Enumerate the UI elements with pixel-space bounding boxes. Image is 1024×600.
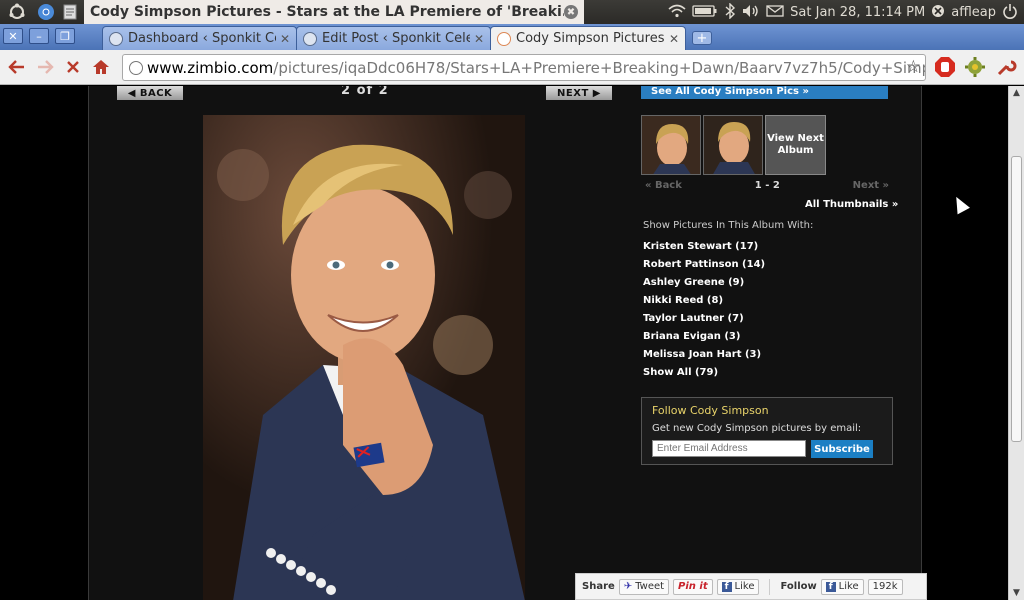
mail-icon[interactable] <box>766 4 784 20</box>
thumbnail-1[interactable] <box>641 115 701 175</box>
email-field[interactable] <box>652 440 806 457</box>
ubuntu-logo-icon[interactable] <box>0 0 34 24</box>
thumb-prev-link[interactable]: « Back <box>645 180 682 191</box>
tab-cody-simpson[interactable]: Cody Simpson Pictures ✕ <box>490 26 686 50</box>
like-label: Like <box>838 581 859 592</box>
filter-item[interactable]: Show All (79) <box>643 367 765 385</box>
back-button[interactable]: ◀ BACK <box>117 86 183 100</box>
volume-icon[interactable] <box>742 4 760 21</box>
wrench-icon[interactable] <box>995 56 1017 82</box>
filter-item[interactable]: Briana Evigan (3) <box>643 331 765 349</box>
scroll-down-arrow-icon[interactable]: ▼ <box>1009 586 1024 600</box>
see-all-link[interactable]: See All Cody Simpson Pics » <box>641 86 888 99</box>
follow-title: Follow Cody Simpson <box>652 404 769 417</box>
facebook-follow-button[interactable]: f Like <box>820 578 864 595</box>
system-panel: Cody Simpson Pictures - Stars at the LA … <box>0 0 1024 24</box>
bookmark-star-icon[interactable]: ☆ <box>906 57 921 77</box>
twitter-bird-icon: ✈ <box>623 581 633 592</box>
tab-close-icon[interactable]: ✕ <box>669 32 679 46</box>
user-status-icon[interactable] <box>931 4 945 21</box>
follow-email-box: Follow Cody Simpson Get new Cody Simpson… <box>641 397 893 465</box>
power-icon[interactable] <box>1002 3 1018 22</box>
scroll-up-arrow-icon[interactable]: ▲ <box>1009 86 1024 100</box>
next-button[interactable]: NEXT ▶ <box>546 86 612 100</box>
address-bar[interactable]: www.zimbio.com/pictures/iqaDdc06H78/Star… <box>122 54 926 81</box>
window-title[interactable]: Cody Simpson Pictures - Stars at the LA … <box>84 0 584 24</box>
facebook-like-button[interactable]: f Like <box>716 578 760 595</box>
tab-close-icon[interactable]: ✕ <box>474 32 484 46</box>
clock[interactable]: Sat Jan 28, 11:14 PM <box>790 5 925 20</box>
panel-indicators: Sat Jan 28, 11:14 PM affleap <box>668 1 1024 22</box>
bluetooth-icon[interactable] <box>724 1 736 22</box>
filter-item[interactable]: Ashley Greene (9) <box>643 277 765 295</box>
window-title-text: Cody Simpson Pictures - Stars at the LA … <box>90 4 564 20</box>
text-editor-icon[interactable] <box>58 0 82 24</box>
thumbnail-pager: « Back 1 - 2 Next » <box>645 180 889 191</box>
main-photo[interactable] <box>203 115 525 600</box>
gallery-content: ◀ BACK 2 of 2 NEXT ▶ See All Cody Simpso… <box>88 86 922 600</box>
extension-gear-icon[interactable] <box>964 56 986 82</box>
stop-loading-icon[interactable] <box>59 53 87 81</box>
share-bar: Share ✈ Tweet Pin it f Like Follow f Like 1… <box>575 573 927 600</box>
tab-close-icon[interactable]: ✕ <box>280 32 290 46</box>
like-label: Like <box>734 581 755 592</box>
wifi-icon[interactable] <box>668 4 686 21</box>
loading-spinner-icon <box>497 31 511 46</box>
minimize-window-button[interactable]: – <box>29 28 49 44</box>
home-icon[interactable] <box>87 53 115 81</box>
filter-item[interactable]: Kristen Stewart (17) <box>643 241 765 259</box>
share-label: Share <box>582 581 615 592</box>
user-name[interactable]: affleap <box>951 5 996 20</box>
wordpress-icon <box>303 31 317 46</box>
page-counter: 2 of 2 <box>341 86 389 98</box>
all-thumbnails-link[interactable]: All Thumbnails » <box>805 199 898 210</box>
facebook-icon: f <box>825 581 836 592</box>
tweet-button[interactable]: ✈ Tweet <box>618 578 670 595</box>
follow-description: Get new Cody Simpson pictures by email: <box>652 423 862 434</box>
back-arrow-icon[interactable] <box>3 53 31 81</box>
tab-label: Edit Post ‹ Sponkit Cele <box>322 31 470 46</box>
url-path: /pictures/iqaDdc06H78/Stars+LA+Premiere+… <box>273 58 926 77</box>
thumb-range: 1 - 2 <box>754 180 780 191</box>
thumbnail-2[interactable] <box>703 115 763 175</box>
page-scrollbar[interactable]: ▲ ▼ <box>1008 86 1024 600</box>
new-tab-button[interactable]: + <box>692 31 712 46</box>
tweet-label: Tweet <box>635 581 665 592</box>
pinit-button[interactable]: Pin it <box>673 578 713 595</box>
tab-edit-post[interactable]: Edit Post ‹ Sponkit Cele ✕ <box>296 26 491 50</box>
facebook-icon: f <box>721 581 732 592</box>
filter-heading: Show Pictures In This Album With: <box>643 220 814 231</box>
forward-arrow-icon[interactable] <box>31 53 59 81</box>
wordpress-icon <box>109 31 123 46</box>
scrollbar-thumb[interactable] <box>1011 156 1022 442</box>
filter-item[interactable]: Melissa Joan Hart (3) <box>643 349 765 367</box>
filter-item[interactable]: Nikki Reed (8) <box>643 295 765 313</box>
divider <box>769 578 771 595</box>
chrome-icon[interactable] <box>34 0 58 24</box>
tab-dashboard[interactable]: Dashboard ‹ Sponkit Ce ✕ <box>102 26 297 50</box>
adblock-icon[interactable] <box>934 56 956 82</box>
thumb-next-link[interactable]: Next » <box>853 180 889 191</box>
tab-label: Dashboard ‹ Sponkit Ce <box>128 31 276 46</box>
like-count: 192k <box>867 578 903 595</box>
follow-label: Follow <box>780 581 817 592</box>
filter-item[interactable]: Robert Pattinson (14) <box>643 259 765 277</box>
web-page: ◀ BACK 2 of 2 NEXT ▶ See All Cody Simpso… <box>0 86 1008 600</box>
filter-list: Kristen Stewart (17) Robert Pattinson (1… <box>643 241 765 385</box>
battery-icon[interactable] <box>692 4 718 20</box>
filter-item[interactable]: Taylor Lautner (7) <box>643 313 765 331</box>
tab-label: Cody Simpson Pictures <box>516 31 665 46</box>
browser-toolbar: www.zimbio.com/pictures/iqaDdc06H78/Star… <box>0 50 1024 85</box>
tab-strip: ✕ – ❐ Dashboard ‹ Sponkit Ce ✕ Edit Post… <box>0 24 1024 50</box>
close-window-icon[interactable]: ✖ <box>564 5 578 19</box>
url-domain: www.zimbio.com <box>147 58 274 77</box>
subscribe-button[interactable]: Subscribe <box>811 440 873 458</box>
pinit-label: Pin it <box>678 581 708 592</box>
globe-icon <box>129 61 143 75</box>
restore-window-button[interactable]: ❐ <box>55 28 75 44</box>
close-window-button[interactable]: ✕ <box>3 28 23 44</box>
view-next-album-button[interactable]: View Next Album <box>765 115 826 175</box>
